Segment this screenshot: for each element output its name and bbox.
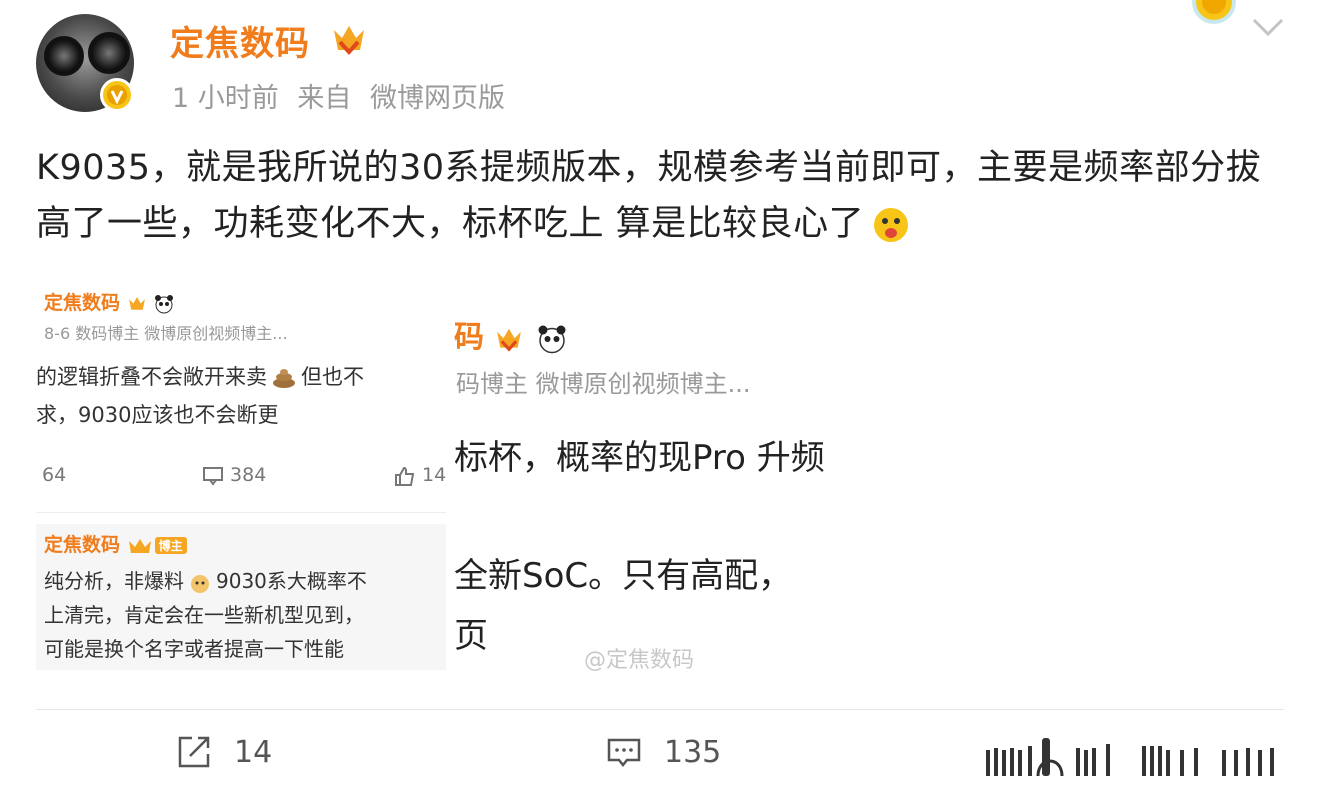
panda-icon	[538, 325, 566, 353]
post-source[interactable]: 微博网页版	[370, 83, 505, 114]
comment-button[interactable]: 135	[606, 734, 721, 770]
embedded-screenshot-right[interactable]: 码 码博主 微博原创视频博主... 标杯，概率的现Pro 升频 全新SoC。只有…	[446, 272, 866, 672]
shot-left-reply-text: 纯分析，非爆料 9030系大概率不 上清完，肯定会在一些新机型见到， 可能是换个名…	[44, 569, 367, 661]
action-bar-divider	[36, 709, 1284, 710]
shot-right-line-3: 页	[454, 616, 488, 656]
coin-decoration-icon	[1192, 0, 1236, 24]
shot-right-line-2: 全新SoC。只有高配，	[454, 556, 793, 596]
comment-icon	[203, 466, 223, 486]
dog-emoji-icon	[191, 574, 209, 593]
share-count: 14	[234, 734, 273, 770]
crown-icon	[128, 538, 151, 553]
shot-right-meta: 码博主 微博原创视频博主...	[456, 370, 751, 398]
tongue-emoji-icon	[874, 208, 909, 242]
shot-left-like: 14	[394, 464, 446, 486]
chevron-down-icon[interactable]	[1250, 14, 1286, 38]
post-meta: 1 小时前 来自 微博网页版	[172, 76, 515, 115]
share-icon	[178, 736, 210, 768]
shot-left-meta: 8-6 数码博主 微博原创视频博主...	[44, 324, 288, 343]
panda-icon	[155, 294, 174, 313]
post-body: K9035，就是我所说的30系提频版本，规模参考当前即可，主要是频率部分拔高了一…	[36, 148, 1262, 244]
post-time: 1 小时前	[172, 83, 279, 114]
comment-count: 135	[664, 734, 722, 770]
verified-badge-icon	[100, 78, 134, 112]
vip-crown-icon	[128, 296, 145, 310]
poop-emoji-icon	[273, 369, 295, 388]
vip-crown-icon	[334, 26, 364, 55]
image-watermark: @定焦数码	[584, 648, 695, 673]
share-button[interactable]: 14	[176, 734, 272, 770]
shot-left-divider	[36, 512, 446, 513]
comment-icon	[607, 738, 641, 768]
embedded-screenshot-left[interactable]: 定焦数码 8-6 数码博主 微博原创视频博主... 的逻辑折叠不会敞开来卖 但也不…	[36, 272, 446, 672]
shot-left-comment: 384	[202, 464, 266, 486]
blogger-tag: 博主	[154, 537, 187, 554]
avatar-lens-left	[44, 36, 84, 76]
shot-right-line-1: 标杯，概率的现Pro 升频	[454, 438, 825, 478]
shot-left-author: 定焦数码	[44, 288, 175, 315]
post-text: K9035，就是我所说的30系提频版本，规模参考当前即可，主要是频率部分拔高了一…	[36, 140, 1286, 252]
shot-left-text: 的逻辑折叠不会敞开来卖 但也不 求，9030应该也不会断更	[36, 365, 364, 427]
shot-right-author: 码	[454, 312, 569, 356]
shot-left-reply: 定焦数码 博主 纯分析，非爆料 9030系大概率不 上清完，肯定会在一些新机型见到…	[36, 524, 446, 670]
shot-left-actions: 64 384 14	[42, 464, 446, 486]
like-button-icon[interactable]	[982, 736, 1282, 780]
avatar-lens-right	[88, 32, 130, 74]
post-source-prefix: 来自	[297, 83, 352, 114]
author-name[interactable]: 定焦数码	[170, 16, 310, 65]
shot-left-repost: 64	[42, 464, 67, 486]
shot-left-reply-author: 定焦数码 博主	[44, 530, 187, 557]
thumbs-up-icon	[395, 466, 415, 486]
vip-crown-icon	[497, 328, 522, 352]
